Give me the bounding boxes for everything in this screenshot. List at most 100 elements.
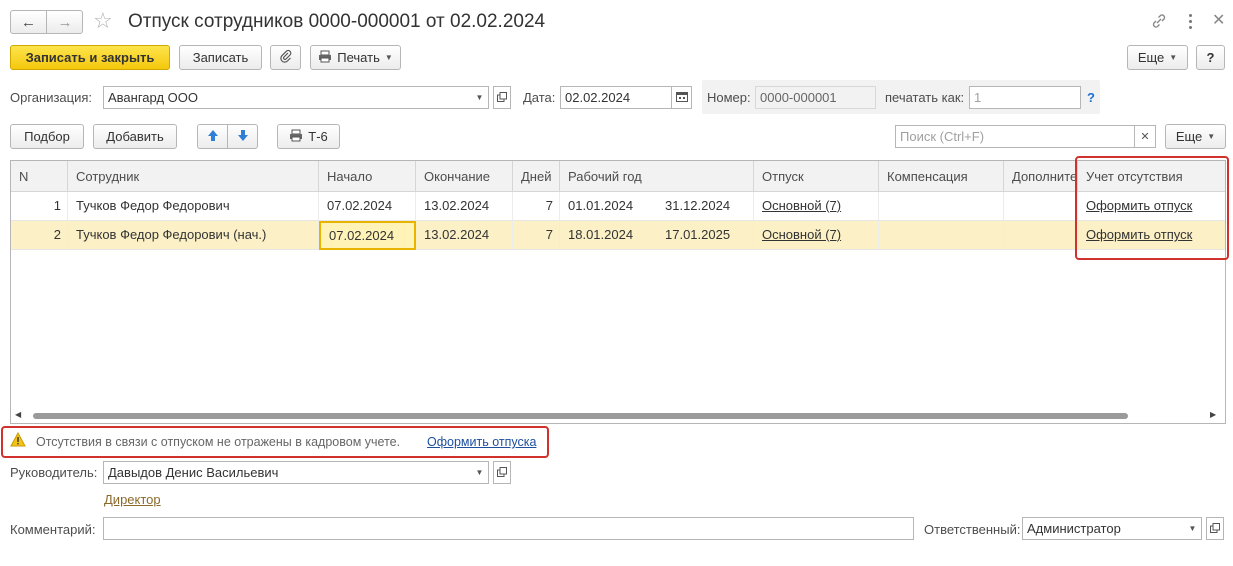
dropdown-arrow-icon: ▼ <box>384 53 393 62</box>
responsible-field[interactable]: Администратор <box>1022 517 1185 540</box>
row-additional[interactable] <box>1004 192 1078 221</box>
comment-field[interactable] <box>103 517 914 540</box>
t6-button[interactable]: Т-6 <box>277 124 340 149</box>
printer-icon <box>318 50 332 66</box>
back-button[interactable]: ← <box>11 11 47 33</box>
row-additional[interactable] <box>1004 221 1078 250</box>
attach-button[interactable] <box>270 45 301 70</box>
window-title: Отпуск сотрудников 0000-000001 от 02.02.… <box>128 11 546 32</box>
col-absence[interactable]: Учет отсутствия <box>1078 161 1225 192</box>
row-n: 2 <box>11 221 68 250</box>
row-start[interactable]: 07.02.2024 <box>319 221 416 250</box>
row-absence: Оформить отпуск <box>1078 221 1225 250</box>
manager-value: Давыдов Денис Васильевич <box>108 465 279 480</box>
responsible-open-button[interactable] <box>1206 517 1224 540</box>
arrow-right-icon: → <box>57 13 73 31</box>
col-compensation[interactable]: Компенсация <box>879 161 1004 192</box>
col-employee[interactable]: Сотрудник <box>68 161 319 192</box>
move-up-button[interactable] <box>198 125 228 148</box>
row-end[interactable]: 13.02.2024 <box>416 192 513 221</box>
t6-label: Т-6 <box>308 129 328 144</box>
row-end[interactable]: 13.02.2024 <box>416 221 513 250</box>
warning-link[interactable]: Оформить отпуска <box>427 435 536 449</box>
search-input[interactable]: Поиск (Ctrl+F) <box>895 125 1135 148</box>
manager-dropdown-button[interactable]: ▼ <box>471 461 489 484</box>
row-start[interactable]: 07.02.2024 <box>319 192 416 221</box>
add-button[interactable]: Добавить <box>93 124 177 149</box>
close-icon[interactable]: ✕ <box>1212 10 1225 32</box>
row-compensation[interactable] <box>879 221 1004 250</box>
manager-position-link[interactable]: Директор <box>104 492 161 507</box>
row-absence-link[interactable]: Оформить отпуск <box>1086 227 1192 242</box>
more-button[interactable]: Еще ▼ <box>1127 45 1188 70</box>
pick-button[interactable]: Подбор <box>10 124 84 149</box>
save-close-button[interactable]: Записать и закрыть <box>10 45 170 70</box>
print-as-help-icon[interactable]: ? <box>1087 90 1095 105</box>
number-label: Номер: <box>707 90 751 105</box>
row-year-from[interactable]: 18.01.2024 <box>560 221 657 250</box>
col-n[interactable]: N <box>11 161 68 192</box>
employees-table[interactable]: N Сотрудник Начало Окончание Дней Рабочи… <box>10 160 1226 424</box>
print-as-placeholder: 1 <box>974 90 982 105</box>
row-year-from[interactable]: 01.01.2024 <box>560 192 657 221</box>
scrollbar-thumb[interactable] <box>33 413 1128 419</box>
close-icon: ✕ <box>1140 131 1150 143</box>
row-absence-link[interactable]: Оформить отпуск <box>1086 198 1192 213</box>
col-start[interactable]: Начало <box>319 161 416 192</box>
row-days[interactable]: 7 <box>513 221 560 250</box>
col-work-year[interactable]: Рабочий год <box>560 161 754 192</box>
row-year-to[interactable]: 17.01.2025 <box>657 221 754 250</box>
org-open-button[interactable] <box>493 86 511 109</box>
row-vacation-link[interactable]: Основной (7) <box>762 198 841 213</box>
row-year-to[interactable]: 31.12.2024 <box>657 192 754 221</box>
manager-open-button[interactable] <box>493 461 511 484</box>
row-employee[interactable]: Тучков Федор Федорович (нач.) <box>68 221 319 250</box>
row-compensation[interactable] <box>879 192 1004 221</box>
forward-button[interactable]: → <box>47 11 83 33</box>
col-end[interactable]: Окончание <box>416 161 513 192</box>
save-button[interactable]: Записать <box>179 45 262 70</box>
col-vacation[interactable]: Отпуск <box>754 161 879 192</box>
search-clear-button[interactable]: ✕ <box>1134 125 1156 148</box>
manager-label: Руководитель: <box>10 465 98 480</box>
dropdown-arrow-icon: ▼ <box>1169 53 1178 62</box>
scroll-left-icon[interactable]: ◀ <box>15 410 21 419</box>
arrow-up-icon <box>207 129 219 145</box>
warning-icon <box>10 431 26 447</box>
move-down-button[interactable] <box>228 125 258 148</box>
row-days[interactable]: 7 <box>513 192 560 221</box>
print-as-label: печатать как: <box>885 90 965 105</box>
row-vacation: Основной (7) <box>754 221 879 250</box>
add-label: Добавить <box>106 129 164 144</box>
menu-dots-icon[interactable] <box>1186 10 1194 32</box>
horizontal-scrollbar[interactable]: ◀ ▶ <box>11 409 1225 423</box>
open-window-icon <box>1210 521 1220 536</box>
col-additional[interactable]: Дополнител <box>1004 161 1078 192</box>
print-as-field[interactable]: 1 <box>969 86 1081 109</box>
table-more-label: Еще <box>1175 129 1203 144</box>
nav-buttons: ← → <box>10 10 83 34</box>
number-field[interactable]: 0000-000001 <box>755 86 876 109</box>
date-value: 02.02.2024 <box>565 90 631 105</box>
row-vacation-link[interactable]: Основной (7) <box>762 227 841 242</box>
org-dropdown-button[interactable]: ▼ <box>471 86 489 109</box>
row-employee[interactable]: Тучков Федор Федорович <box>68 192 319 221</box>
manager-field[interactable]: Давыдов Денис Васильевич <box>103 461 472 484</box>
col-days[interactable]: Дней <box>513 161 560 192</box>
print-button[interactable]: Печать ▼ <box>310 45 401 70</box>
responsible-dropdown-button[interactable]: ▼ <box>1184 517 1202 540</box>
table-row[interactable]: 2 Тучков Федор Федорович (нач.) 07.02.20… <box>11 221 1225 250</box>
row-n: 1 <box>11 192 68 221</box>
favorite-star-icon[interactable]: ☆ <box>93 8 113 34</box>
calendar-button[interactable] <box>671 86 692 109</box>
org-field[interactable]: Авангард ООО <box>103 86 472 109</box>
date-field[interactable]: 02.02.2024 <box>560 86 672 109</box>
table-more-button[interactable]: Еще ▼ <box>1165 124 1226 149</box>
pick-label: Подбор <box>24 129 70 144</box>
link-icon[interactable] <box>1150 12 1168 30</box>
help-button[interactable]: ? <box>1196 45 1225 70</box>
table-row[interactable]: 1 Тучков Федор Федорович 07.02.2024 13.0… <box>11 192 1225 221</box>
scroll-right-icon[interactable]: ▶ <box>1210 410 1216 419</box>
print-label: Печать <box>337 50 380 65</box>
row-absence: Оформить отпуск <box>1078 192 1225 221</box>
